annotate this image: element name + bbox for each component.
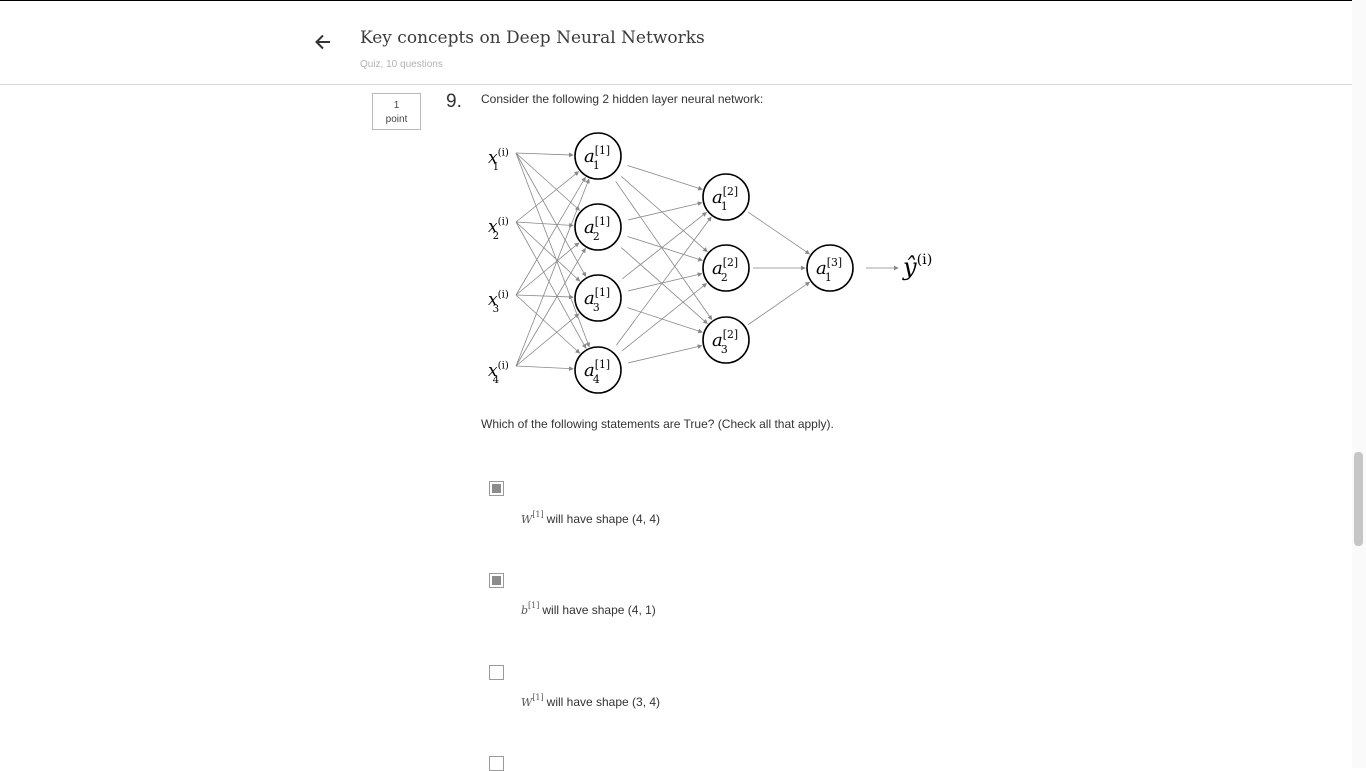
points-value: 1	[393, 100, 400, 111]
input-x2-label: x(i) 2	[488, 215, 509, 241]
option-2-label: b[1] will have shape (4, 1)	[521, 601, 656, 617]
edge-input-4-to-a1-1	[515, 178, 590, 367]
option-2-checkbox[interactable]	[489, 573, 504, 588]
edge-a1-4-to-a2-2	[621, 283, 708, 351]
option-4-checkbox[interactable]	[489, 756, 504, 771]
page-title: Key concepts on Deep Neural Networks	[360, 28, 705, 48]
option-1-checkbox[interactable]	[489, 481, 504, 496]
edge-input-4-to-a1-3	[515, 313, 580, 367]
edge-a1-1-to-a2-3	[615, 181, 713, 321]
option-2-text: will have shape (4, 1)	[542, 603, 656, 617]
edge-a2-3-to-a3	[747, 281, 811, 325]
edge-a1-3-to-a2-2	[628, 272, 703, 292]
option-2-sup: [1]	[528, 601, 540, 610]
scrollbar-thumb[interactable]	[1354, 452, 1363, 546]
quiz-subtitle: Quiz, 10 questions	[360, 59, 443, 70]
edge-a2-1-to-a3	[748, 211, 811, 255]
edge-input-1-to-a1-1	[515, 152, 574, 158]
option-3-label: W[1] will have shape (3, 4)	[521, 693, 660, 709]
input-x4-label: x(i) 4	[488, 359, 509, 385]
option-3-sup: [1]	[532, 693, 544, 702]
question-number: 9.	[446, 91, 462, 112]
output-yhat-label: ŷ(i)	[902, 252, 932, 281]
edge-input-3-to-a1-4	[515, 294, 581, 354]
input-x3-label: x(i) 3	[488, 288, 509, 314]
points-box: 1 point	[372, 93, 421, 130]
edge-input-3-to-a1-3	[515, 294, 574, 300]
edge-a1-1-to-a2-1	[627, 165, 703, 191]
edge-input-1-to-a1-2	[515, 152, 581, 211]
scrollbar-track[interactable]	[1352, 0, 1366, 768]
option-1-label: W[1] will have shape (4, 4)	[521, 510, 660, 526]
quiz-header: Key concepts on Deep Neural Networks Qui…	[0, 1, 1352, 85]
edge-a1-2-to-a2-1	[628, 201, 703, 221]
edge-input-2-to-a1-4	[515, 221, 587, 349]
edge-input-4-to-a1-4	[515, 365, 574, 371]
edge-a1-3-to-a2-3	[627, 307, 704, 334]
edge-input-2-to-a1-3	[515, 221, 581, 282]
edge-input-2-to-a1-1	[515, 171, 580, 223]
arrow-left-icon	[315, 34, 330, 50]
edge-a1-4-to-a2-1	[616, 216, 712, 346]
neural-network-diagram: x(i) 1x(i) 2x(i) 3x(i) 4a[1] 1a[1] 2a[1] 3a[1] 4…	[488, 132, 932, 394]
edge-a1-3-to-a2-1	[622, 211, 708, 280]
option-3-var: W	[521, 696, 533, 709]
back-button[interactable]	[310, 29, 336, 55]
question-prompt: Which of the following statements are Tr…	[481, 417, 834, 431]
option-1-var: W	[521, 513, 533, 526]
edge-a1-4-to-a2-3	[628, 344, 703, 364]
points-label: point	[385, 114, 408, 125]
edge-a1-2-to-a2-3	[620, 247, 708, 324]
input-x1-label: x(i) 1	[488, 146, 509, 172]
edge-input-2-to-a1-2	[515, 221, 574, 228]
edge-input-1-to-a1-4	[515, 152, 590, 348]
option-2-var: b	[521, 604, 529, 617]
option-3-text: will have shape (3, 4)	[546, 695, 661, 709]
question-text: Consider the following 2 hidden layer ne…	[481, 92, 764, 106]
option-3-checkbox[interactable]	[489, 665, 504, 680]
edge-a1-2-to-a2-2	[627, 236, 703, 262]
option-1-text: will have shape (4, 4)	[546, 512, 661, 526]
option-1-sup: [1]	[532, 510, 544, 519]
